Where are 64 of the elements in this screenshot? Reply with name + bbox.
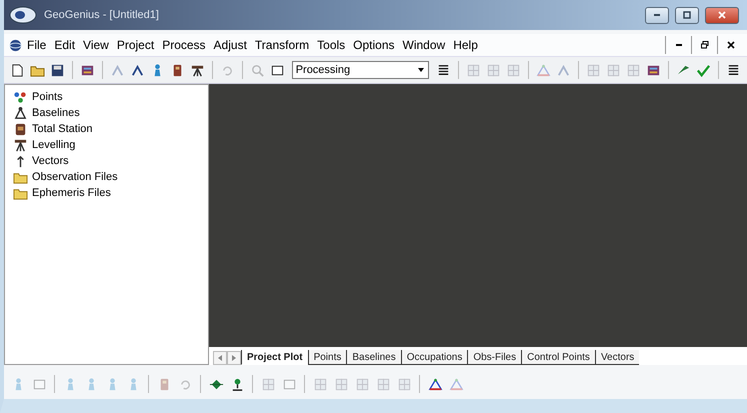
left-arrow-icon [216,354,224,362]
save-icon [50,62,65,78]
tree-item[interactable]: Vectors [13,153,208,169]
grid-icon [376,376,390,392]
grid-icon [506,62,522,78]
page-icon [10,62,25,78]
sheet-tab[interactable]: Vectors [594,350,640,365]
tree-item[interactable]: Baselines [13,105,208,121]
grid-icon [486,62,502,78]
tree-item[interactable]: Total Station [13,121,208,137]
grid-icon [312,376,328,392]
sheet-tab[interactable]: Obs-Files [467,350,522,365]
grid-icon [260,376,276,392]
triangle-icon [428,376,442,392]
minimize-icon [676,44,682,46]
sheet-tab[interactable]: Control Points [521,350,595,365]
menu-item[interactable]: Transform [250,38,314,52]
right-arrow-icon [230,354,238,362]
grid-icon [354,376,370,392]
mode-dropdown[interactable]: Processing [292,61,430,79]
maximize-button[interactable] [675,6,699,24]
zoom-icon [250,62,265,78]
minimize-button[interactable] [645,6,669,24]
grid-icon [626,62,642,78]
maximize-icon [682,10,692,20]
menu-item[interactable]: Tools [313,38,350,52]
grid-icon [586,62,602,78]
node-icon [556,62,572,78]
grid-icon [334,376,348,392]
tree-item[interactable]: Levelling [13,137,208,153]
menu-item[interactable]: Window [398,38,450,52]
menu-item[interactable]: File [23,38,50,52]
menu-item[interactable]: Process [158,38,210,52]
scroll-left-button[interactable] [213,351,227,365]
menu-item[interactable]: Help [449,38,482,52]
triangle-icon [536,62,552,78]
grid-icon [606,62,622,78]
tree-item[interactable]: Ephemeris Files [13,185,208,201]
close-icon [726,40,736,50]
baselines-icon [13,106,28,120]
tree-item[interactable]: Points [13,89,208,105]
window-title: GeoGenius - [Untitled1] [44,9,159,21]
close-icon [717,10,727,20]
grid-icon [396,376,412,392]
triangle-icon [448,376,464,392]
restore-icon [700,40,710,50]
menu-item[interactable]: Options [349,38,399,52]
device-icon [13,122,28,136]
sheet-tab[interactable]: Points [308,350,346,365]
menu-item[interactable]: Edit [50,38,80,52]
menu-item[interactable]: Project [112,38,158,52]
node-icon [130,62,145,78]
tree-item[interactable]: Observation Files [13,169,208,185]
menu-item[interactable]: View [79,38,113,52]
tripod-icon [13,138,28,152]
scroll-right-button[interactable] [227,351,241,365]
check-icon [696,62,712,78]
grid-icon [466,62,482,78]
minimize-icon [654,14,660,16]
points-icon [13,90,28,104]
sheet-tab[interactable]: Occupations [400,350,468,365]
sheet-tab[interactable]: Baselines [346,350,401,365]
node-icon [110,62,125,78]
menu-item[interactable]: Adjust [210,38,251,52]
